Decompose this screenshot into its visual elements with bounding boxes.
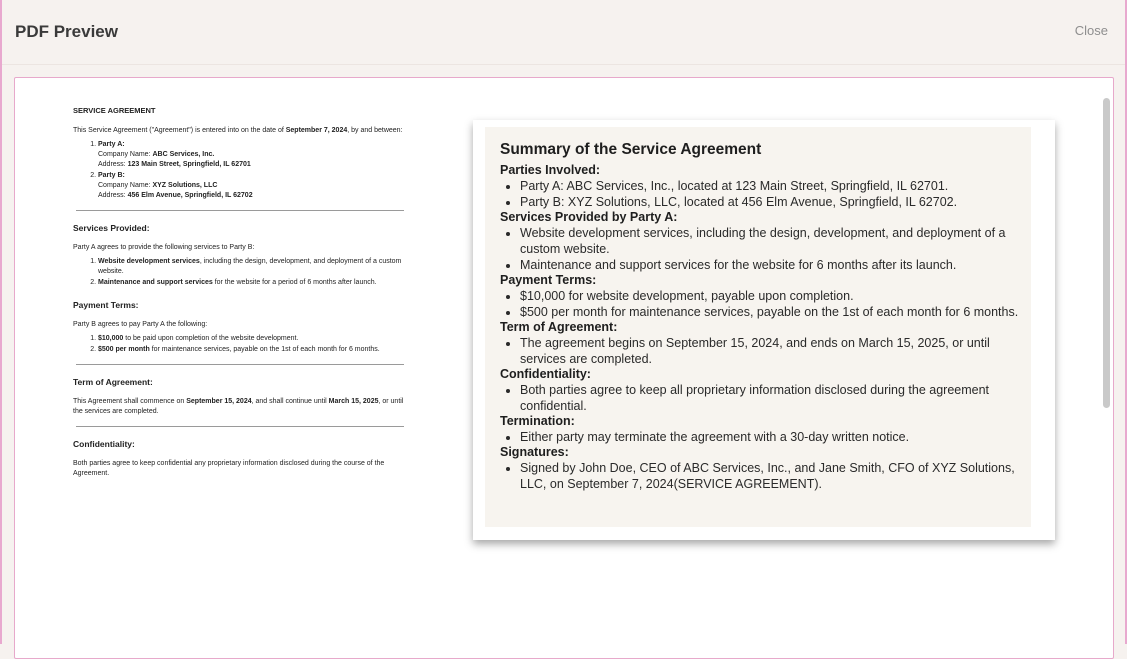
divider [76, 426, 404, 427]
summary-section-heading: Termination: [500, 414, 575, 428]
document-intro: This Service Agreement ("Agreement") is … [73, 126, 407, 136]
summary-title: Summary of the Service Agreement [500, 141, 762, 158]
party-b: Party B: Company Name: XYZ Solutions, LL… [98, 171, 407, 201]
item-bold: $10,000 [98, 335, 124, 342]
list-item: The agreement begins on September 15, 20… [520, 335, 1031, 367]
company-name: ABC Services, Inc. [152, 151, 215, 158]
confidentiality-heading: Confidentiality: [73, 439, 135, 449]
document-title: SERVICE AGREEMENT [73, 106, 156, 115]
summary-list: The agreement begins on September 15, 20… [500, 335, 1031, 367]
term-pre: This Agreement shall commence on [73, 398, 187, 405]
party-company: Company Name: XYZ Solutions, LLC [98, 181, 407, 191]
intro-text-end: , by and between: [347, 127, 403, 134]
company-prefix: Company Name: [98, 151, 153, 158]
document-page: SERVICE AGREEMENT This Service Agreement… [73, 106, 407, 479]
party-label: Party B: [98, 172, 125, 179]
list-item: Party A: ABC Services, Inc., located at … [520, 178, 1031, 194]
summary-list: Both parties agree to keep all proprieta… [500, 382, 1031, 414]
summary-card: Summary of the Service Agreement Parties… [473, 120, 1055, 540]
summary-section-heading: Confidentiality: [500, 367, 591, 381]
services-list: Website development services, including … [73, 257, 407, 288]
term-heading: Term of Agreement: [73, 377, 153, 387]
pdf-viewer[interactable]: SERVICE AGREEMENT This Service Agreement… [14, 77, 1114, 659]
intro-date: September 7, 2024 [285, 127, 348, 134]
list-item: Party B: XYZ Solutions, LLC, located at … [520, 194, 1031, 210]
services-intro: Party A agrees to provide the following … [73, 244, 255, 251]
divider [76, 364, 404, 365]
address-value: 123 Main Street, Springfield, IL 62701 [127, 161, 251, 168]
summary-section-heading: Services Provided by Party A: [500, 210, 678, 224]
intro-text: This Service Agreement ("Agreement") is … [73, 127, 286, 134]
summary-list: Website development services, including … [500, 225, 1031, 273]
list-item: Website development services, including … [520, 225, 1031, 257]
address-prefix: Address: [98, 161, 128, 168]
item-text: for maintenance services, payable on the… [149, 346, 380, 353]
company-name: XYZ Solutions, LLC [152, 182, 218, 189]
confidentiality-text: Both parties agree to keep confidential … [73, 460, 385, 477]
list-item: Maintenance and support services for the… [98, 278, 407, 288]
summary-content: Summary of the Service Agreement Parties… [485, 127, 1031, 527]
summary-section-heading: Term of Agreement: [500, 320, 618, 334]
divider [76, 210, 404, 211]
term-mid: , and shall continue until [251, 398, 329, 405]
term-end: March 15, 2025 [328, 398, 379, 405]
summary-list: Either party may terminate the agreement… [500, 429, 1031, 445]
parties-list: Party A: Company Name: ABC Services, Inc… [73, 140, 407, 201]
company-prefix: Company Name: [98, 182, 153, 189]
close-button[interactable]: Close [1075, 23, 1108, 38]
item-bold: $500 per month [98, 346, 150, 353]
list-item: Maintenance and support services for the… [520, 257, 1031, 273]
summary-section-heading: Parties Involved: [500, 163, 601, 177]
summary-section-heading: Signatures: [500, 445, 569, 459]
scrollbar-thumb[interactable] [1103, 98, 1110, 408]
modal-title: PDF Preview [15, 22, 118, 41]
modal-header: PDF Preview Close [0, 0, 1127, 65]
frame-left-border [0, 0, 2, 644]
list-item: $10,000 to be paid upon completion of th… [98, 334, 407, 344]
list-item: $10,000 for website development, payable… [520, 288, 1031, 304]
item-bold: Maintenance and support services [98, 279, 213, 286]
list-item: Signed by John Doe, CEO of ABC Services,… [520, 460, 1031, 492]
party-label: Party A: [98, 141, 125, 148]
summary-section-heading: Payment Terms: [500, 273, 597, 287]
address-prefix: Address: [98, 192, 128, 199]
payment-intro: Party B agrees to pay Party A the follow… [73, 321, 208, 328]
term-text: This Agreement shall commence on Septemb… [73, 397, 407, 417]
payment-heading: Payment Terms: [73, 300, 139, 310]
party-address: Address: 456 Elm Avenue, Springfield, IL… [98, 191, 407, 201]
summary-list: Signed by John Doe, CEO of ABC Services,… [500, 460, 1031, 492]
address-value: 456 Elm Avenue, Springfield, IL 62702 [127, 192, 253, 199]
item-text: for the website for a period of 6 months… [212, 279, 377, 286]
vertical-scrollbar[interactable] [1103, 98, 1111, 658]
payment-list: $10,000 to be paid upon completion of th… [73, 334, 407, 355]
list-item: Either party may terminate the agreement… [520, 429, 1031, 445]
party-company: Company Name: ABC Services, Inc. [98, 150, 407, 160]
party-address: Address: 123 Main Street, Springfield, I… [98, 160, 407, 170]
item-bold: Website development services [98, 258, 200, 265]
term-start: September 15, 2024 [186, 398, 252, 405]
summary-list: $10,000 for website development, payable… [500, 288, 1031, 320]
list-item: Both parties agree to keep all proprieta… [520, 382, 1031, 414]
list-item: Website development services, including … [98, 257, 407, 277]
list-item: $500 per month for maintenance services,… [98, 345, 407, 355]
party-a: Party A: Company Name: ABC Services, Inc… [98, 140, 407, 170]
services-heading: Services Provided: [73, 223, 150, 233]
summary-list: Party A: ABC Services, Inc., located at … [500, 178, 1031, 210]
list-item: $500 per month for maintenance services,… [520, 304, 1031, 320]
item-text: to be paid upon completion of the websit… [123, 335, 299, 342]
